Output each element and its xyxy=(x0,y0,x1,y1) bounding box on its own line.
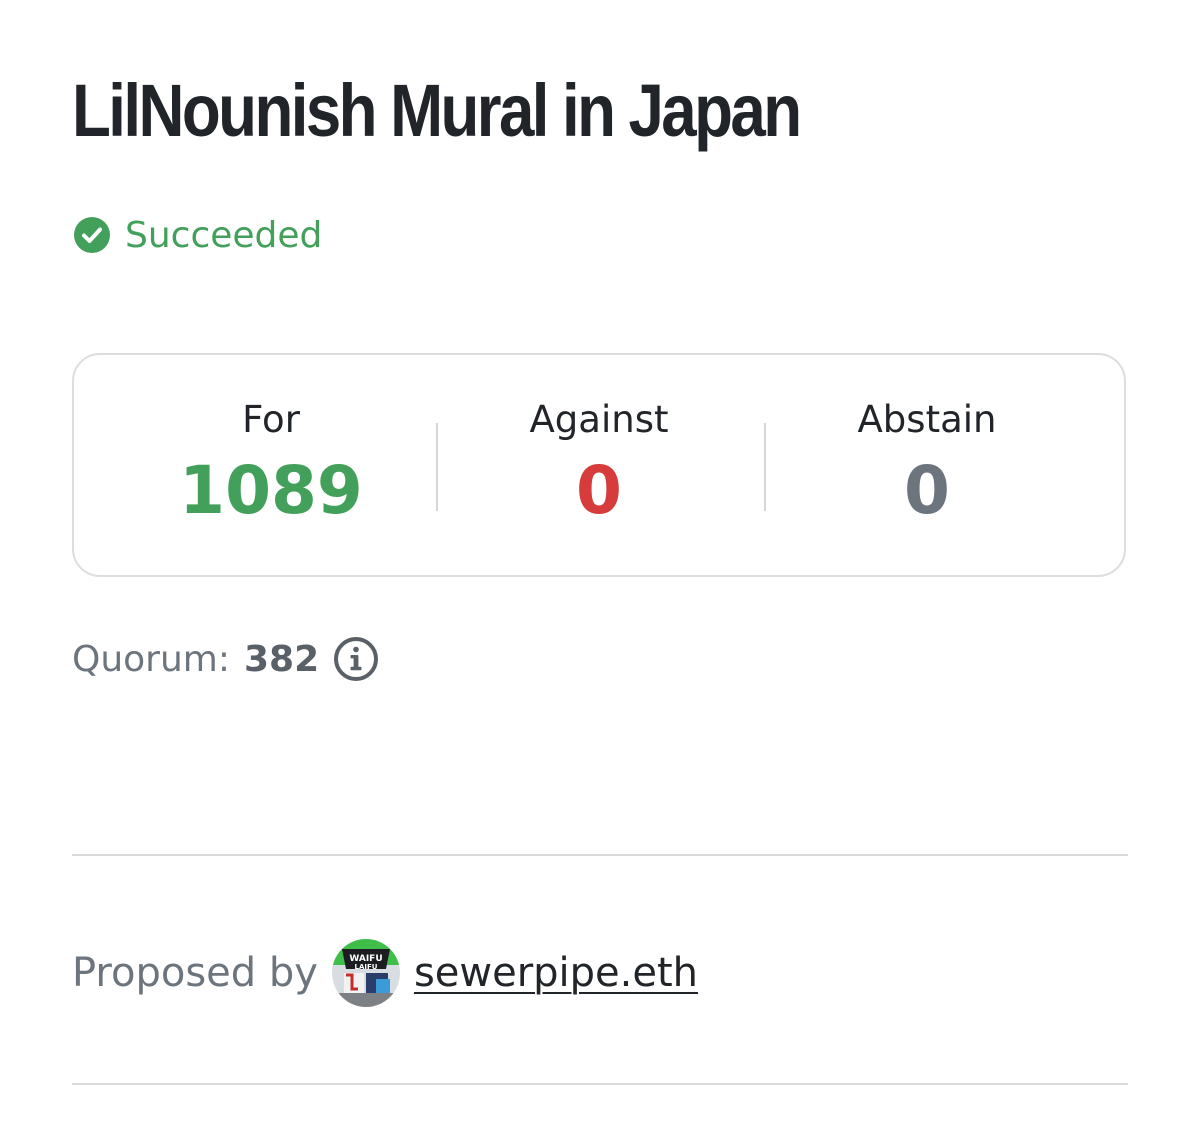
proposal-title: LilNounish Mural in Japan xyxy=(72,69,802,152)
proposer-avatar: WAIFU LAIFU xyxy=(331,939,400,1007)
proposer-row: Proposed by WAIFU LAIFU sewerpipe.eth xyxy=(72,938,698,1008)
section-divider xyxy=(72,854,1128,856)
svg-text:LAIFU: LAIFU xyxy=(354,963,377,971)
quorum-label: Quorum: xyxy=(72,638,230,680)
proposer-name-link[interactable]: sewerpipe.eth xyxy=(414,950,698,996)
section-divider xyxy=(72,1083,1128,1085)
vote-abstain-column: Abstain 0 xyxy=(763,355,1091,575)
vote-against-label: Against xyxy=(529,398,669,441)
info-icon[interactable] xyxy=(333,636,379,682)
vote-against-count: 0 xyxy=(576,452,622,529)
vote-summary-card: For 1089 Against 0 Abstain 0 xyxy=(72,353,1126,577)
vote-abstain-count: 0 xyxy=(904,452,950,529)
quorum-value: 382 xyxy=(244,638,320,680)
quorum-row: Quorum: 382 xyxy=(72,636,379,682)
vote-abstain-label: Abstain xyxy=(857,398,997,441)
check-circle-icon xyxy=(74,217,110,253)
vote-against-column: Against 0 xyxy=(435,355,763,575)
proposer-label: Proposed by xyxy=(72,950,318,996)
status-label: Succeeded xyxy=(125,214,323,256)
status-badge: Succeeded xyxy=(74,212,322,258)
vote-for-count: 1089 xyxy=(179,452,363,529)
vote-for-label: For xyxy=(242,398,300,441)
vote-for-column: For 1089 xyxy=(107,355,435,575)
